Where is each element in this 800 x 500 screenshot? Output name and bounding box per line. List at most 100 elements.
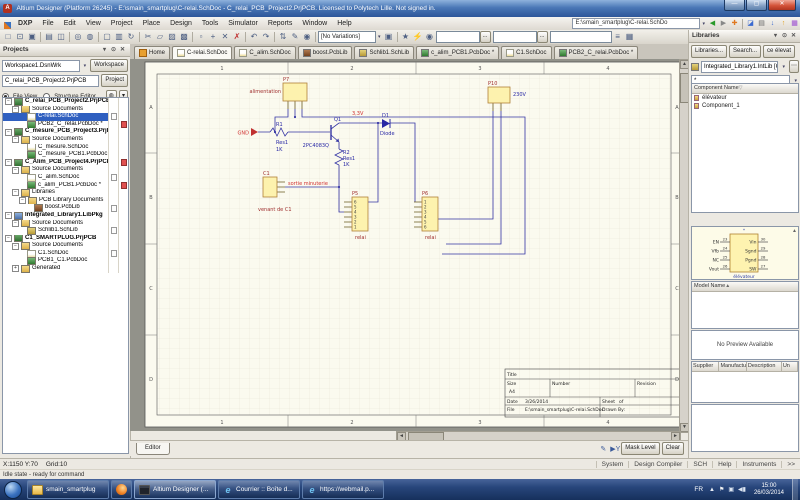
collapse-icon[interactable]: − <box>5 212 12 219</box>
schematic-sheet[interactable]: AABBCCDD11223344 P7 alimentation GND 3, <box>130 59 679 431</box>
plus-icon[interactable]: + <box>207 31 219 43</box>
library-select[interactable]: Integrated_Library1.IntLib [Co <box>701 61 778 73</box>
filter-combo-3[interactable] <box>550 31 612 43</box>
mask-level-button[interactable]: Mask Level <box>621 442 659 455</box>
taskbar-button-firefox[interactable] <box>111 480 132 499</box>
paste-icon[interactable]: ▨ <box>166 31 178 43</box>
menu-help[interactable]: Help <box>332 17 356 30</box>
filter-combo-1[interactable] <box>436 31 480 43</box>
menu-reports[interactable]: Reports <box>263 17 298 30</box>
filter-combo-2[interactable] <box>493 31 537 43</box>
panel-menu-icon[interactable]: ▾ <box>100 44 109 56</box>
collapse-icon[interactable]: ▲ <box>725 282 730 291</box>
tree-item-generated[interactable]: +Generated <box>3 265 128 273</box>
menu-place[interactable]: Place <box>138 17 166 30</box>
doc-tab-boost-pcblib[interactable]: boost.PcbLib <box>298 46 353 59</box>
doc-tab-c-alim-pcb1-pcbdoc[interactable]: c_alim_PCB1.PcbDoc * <box>416 46 499 59</box>
maximize-button[interactable]: ▢ <box>746 0 767 11</box>
panel-pin-icon[interactable]: ⊙ <box>109 44 118 56</box>
action-center-icon[interactable]: ⚑ <box>719 486 724 493</box>
column-header-un[interactable]: Un <box>782 362 798 371</box>
doc-open-icon[interactable]: ▢ <box>101 31 113 43</box>
palette-icon[interactable]: ▦ <box>789 18 800 30</box>
annotate-icon[interactable]: ✎ <box>597 445 609 453</box>
mask-filter-icon[interactable]: ▶Y <box>609 445 621 453</box>
printer-icon[interactable]: ▤ <box>756 18 767 30</box>
collapse-icon[interactable]: − <box>12 106 19 113</box>
menu-file[interactable]: File <box>37 17 58 30</box>
menu-view[interactable]: View <box>81 17 106 30</box>
tree-item-source-documents[interactable]: −Source Documents <box>3 166 128 174</box>
expand-icon[interactable]: + <box>12 265 19 272</box>
collapse-icon[interactable]: ▲ <box>792 228 797 234</box>
panel-tab-help[interactable]: Help <box>712 461 736 468</box>
panel-close-icon[interactable]: ✕ <box>789 30 798 42</box>
tree-item-c1-smartplug-prjpcb[interactable]: −C1_SMARTPLUG.PrjPCB <box>3 235 128 243</box>
chart-icon[interactable]: ◪ <box>745 18 756 30</box>
start-button[interactable] <box>4 481 22 499</box>
copy-icon[interactable]: ▱ <box>154 31 166 43</box>
menu-project[interactable]: Project <box>106 17 138 30</box>
undo-icon[interactable]: ↶ <box>248 31 260 43</box>
panel-tab-design-compiler[interactable]: Design Compiler <box>628 461 687 468</box>
arrow-up-icon[interactable]: ↑ <box>778 18 789 30</box>
net-label-3v3[interactable]: 3,3V <box>352 111 364 117</box>
align-menu-icon[interactable]: ≡ <box>612 31 624 43</box>
edit-icon[interactable]: ✎ <box>289 31 301 43</box>
save-icon[interactable]: ▣ <box>26 31 38 43</box>
menu-tools[interactable]: Tools <box>197 17 223 30</box>
panel-close-icon[interactable]: ✕ <box>118 44 127 56</box>
preview-icon[interactable]: ◫ <box>55 31 67 43</box>
tree-item-c-mesure-pcb1-pcbdoc[interactable]: C_mesure_PCB1.PcbDoc <box>3 151 128 159</box>
doc-tab-pcb2-c-relai-pcbdoc[interactable]: PCB2_C_relai.PcbDoc * <box>554 46 639 59</box>
tree-item-c-relai-pcb-project2-prjpcb[interactable]: −C_relai_PCB_Project2.PrjPCB <box>3 98 128 106</box>
cancel-icon[interactable]: ✗ <box>231 31 243 43</box>
workspace-combo[interactable]: Workspace1.DsnWrk <box>2 60 80 72</box>
model-list[interactable]: Model Name▲ <box>691 281 799 329</box>
panel-tab-sch[interactable]: SCH <box>687 461 712 468</box>
taskbar-button-https-webmail-p[interactable]: ehttps://webmail.p... <box>302 480 384 499</box>
tray-expand-icon[interactable]: ▲ <box>709 487 715 493</box>
tree-item-boost-pcblib[interactable]: boost.PcbLib <box>3 204 128 212</box>
filter-browse-1[interactable]: ... <box>480 31 491 43</box>
tree-item-c1-schdoc[interactable]: C1.SchDoc <box>3 250 128 258</box>
collapse-icon[interactable]: − <box>5 98 12 105</box>
tree-item-c-mesure-schdoc[interactable]: C_mesure.SchDoc <box>3 144 128 152</box>
doc-tab-schlib1-schlib[interactable]: Schlib1.SchLib <box>354 46 414 59</box>
volume-icon[interactable]: ◀▮ <box>738 486 746 493</box>
collapse-icon[interactable]: − <box>19 197 26 204</box>
component-item-l-vateur[interactable]: élévateur <box>692 94 798 102</box>
tree-item-c-mesure-pcb-project3-prjpcb[interactable]: −C_mesure_PCB_Project3.PrjPCB <box>3 128 128 136</box>
grid-menu-icon[interactable]: ▦ <box>624 31 636 43</box>
project-button[interactable]: Project <box>101 74 128 87</box>
tree-item-c-alim-pcb-project4-prjpcb[interactable]: −C_Alim_PCB_Project4.PrjPCB <box>3 159 128 167</box>
clock[interactable]: 15:00 26/03/2014 <box>750 483 788 497</box>
show-desktop-button[interactable] <box>792 479 798 500</box>
panel-tab-system[interactable]: System <box>596 461 629 468</box>
tree-item-source-documents[interactable]: −Source Documents <box>3 220 128 228</box>
taskbar-button-courrier-bo-te-d[interactable]: eCourrier :: Boîte d... <box>218 480 300 499</box>
model-name-header[interactable]: Model Name <box>694 282 725 291</box>
editor-tab[interactable]: Editor <box>136 443 170 455</box>
project-field[interactable]: C_relai_PCB_Project2.PrjPCB <box>2 75 99 87</box>
search-button[interactable]: Search... <box>729 45 761 58</box>
tree-item-source-documents[interactable]: −Source Documents <box>3 106 128 114</box>
menu-simulator[interactable]: Simulator <box>223 17 263 30</box>
print-icon[interactable]: ▤ <box>43 31 55 43</box>
collapse-icon[interactable]: − <box>5 129 12 136</box>
redo-icon[interactable]: ↷ <box>260 31 272 43</box>
libraries-button[interactable]: Libraries... <box>691 45 727 58</box>
menu-window[interactable]: Window <box>297 17 332 30</box>
refresh-icon[interactable]: ↻ <box>125 31 137 43</box>
collapse-icon[interactable]: − <box>12 189 19 196</box>
arrow-down-icon[interactable]: ↓ <box>767 18 778 30</box>
zoom-icon[interactable]: ◉ <box>301 31 313 43</box>
collapse-icon[interactable]: − <box>12 167 19 174</box>
new-icon[interactable]: □ <box>2 31 14 43</box>
up-icon[interactable]: ✚ <box>729 18 740 30</box>
select-icon[interactable]: ▫ <box>195 31 207 43</box>
workspace-dropdown-icon[interactable]: ▾ <box>82 63 89 69</box>
collapse-icon[interactable]: − <box>12 136 19 143</box>
array-paste-icon[interactable]: ▩ <box>178 31 190 43</box>
taskbar-button-smain-smartplug[interactable]: smain_smartplug <box>27 480 109 499</box>
